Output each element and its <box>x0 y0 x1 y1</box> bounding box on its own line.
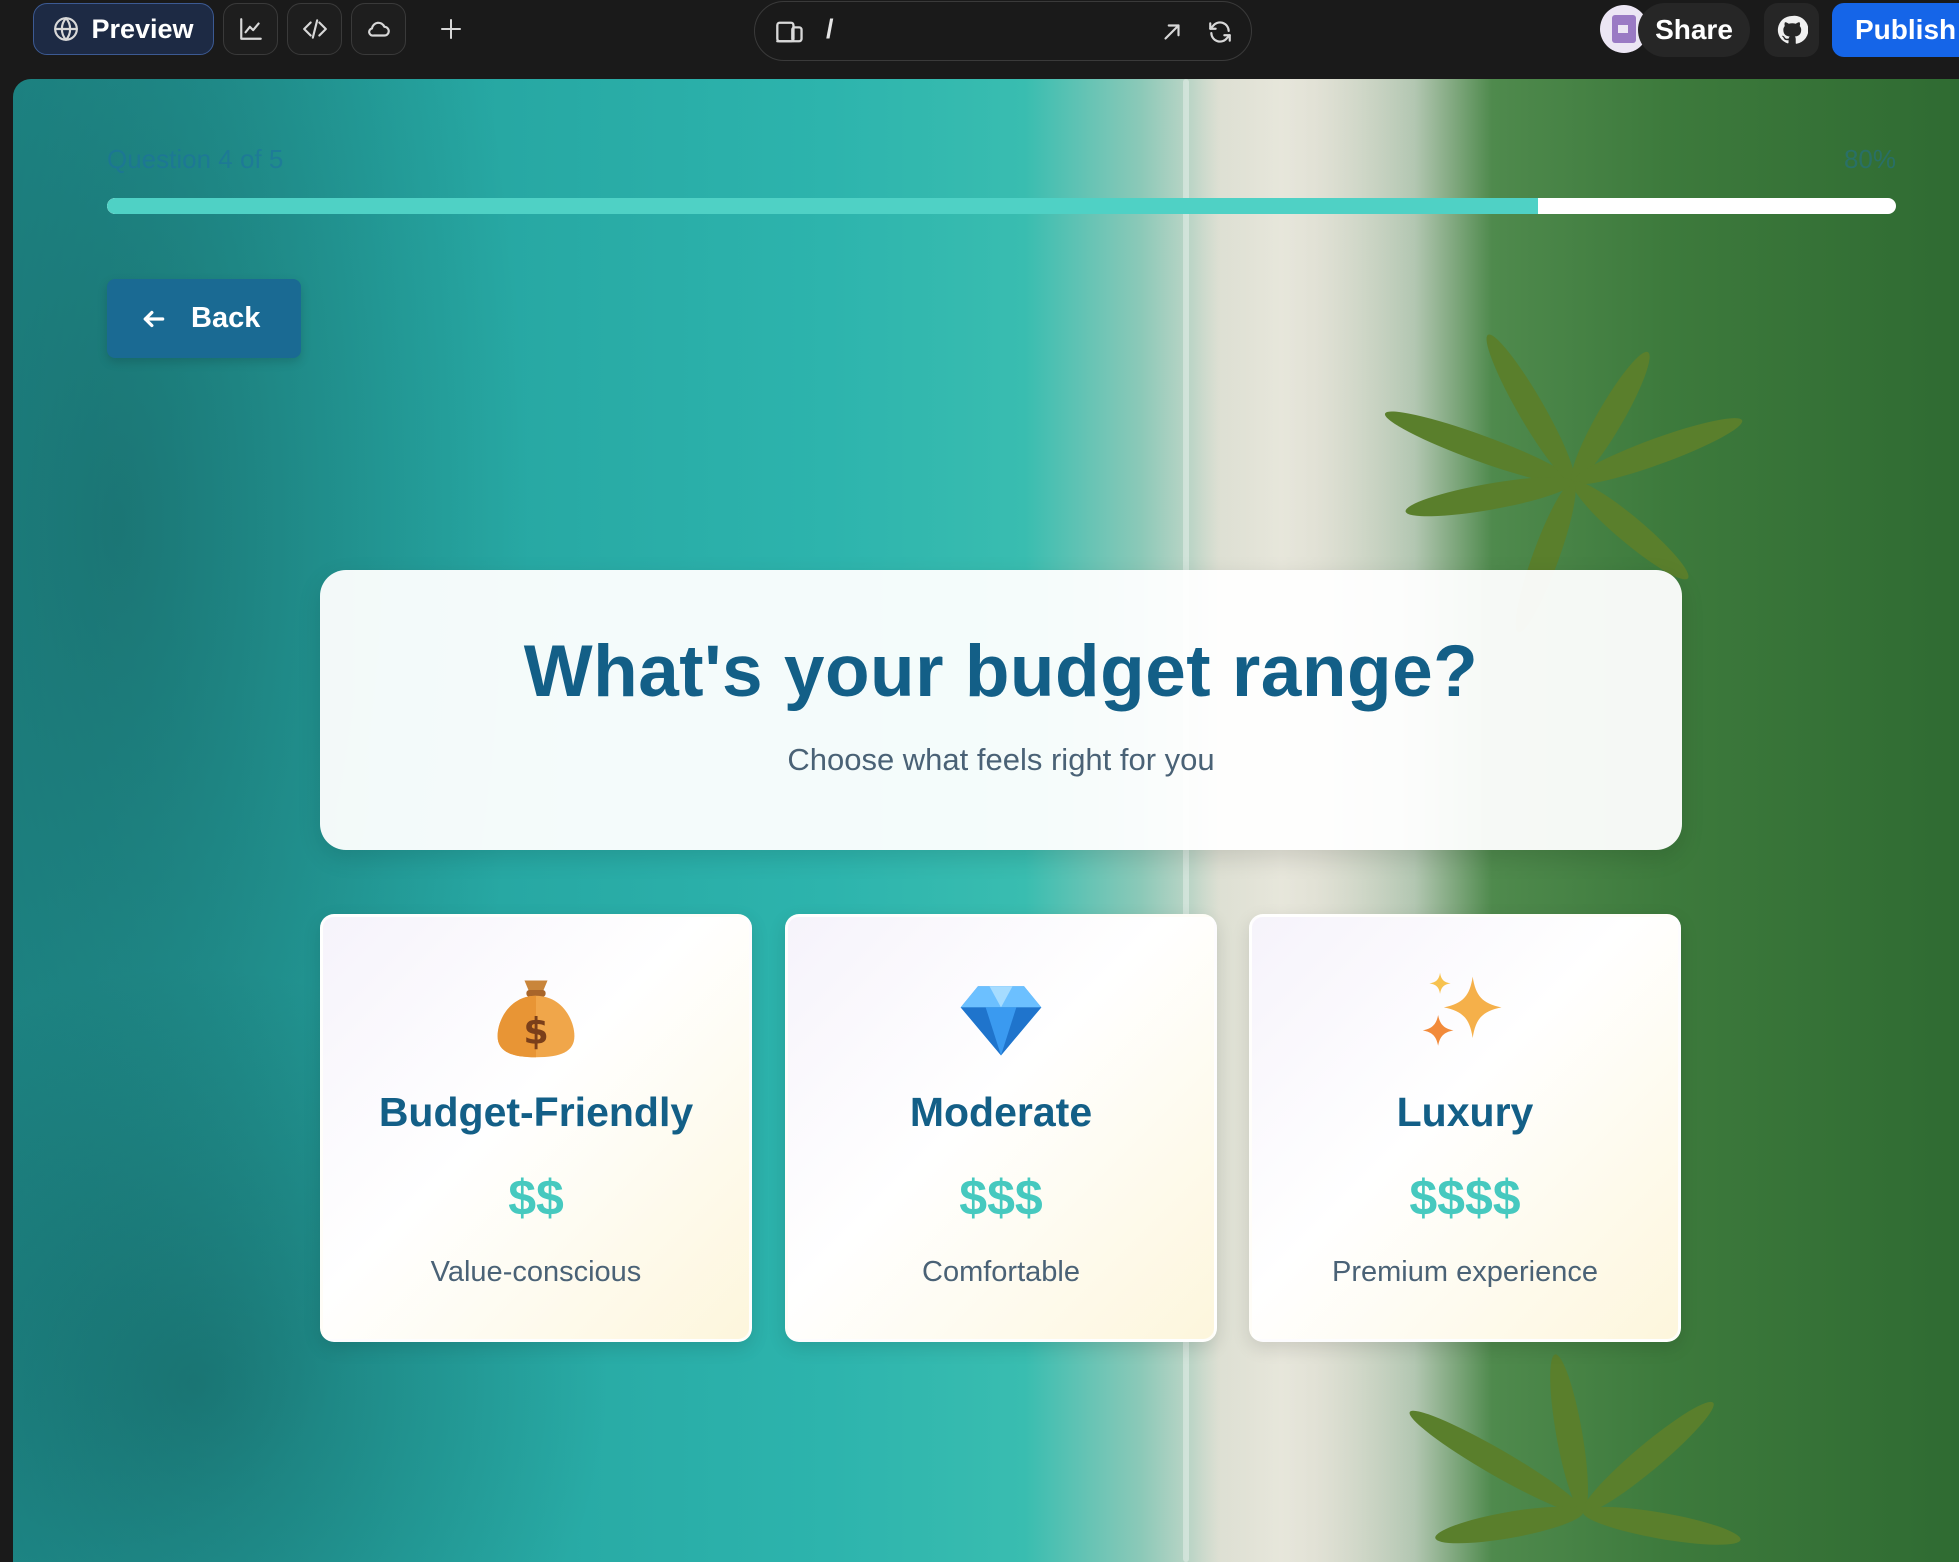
line-chart-icon <box>239 18 262 40</box>
publish-button[interactable]: Publish <box>1832 3 1959 57</box>
share-button[interactable]: Share <box>1638 3 1750 57</box>
svg-text:$: $ <box>523 1010 548 1053</box>
url-bar[interactable]: / <box>754 1 1252 61</box>
preview-label: Preview <box>91 13 194 44</box>
progress-bar-fill <box>107 198 1539 214</box>
code-view-button[interactable] <box>287 3 342 55</box>
option-card-moderate[interactable]: Moderate $$$ Comfortable <box>785 914 1217 1342</box>
progress-bar <box>107 198 1896 214</box>
preview-canvas: Question 4 of 5 80% Back What's your bud… <box>13 79 1959 1562</box>
code-icon <box>302 19 327 39</box>
cloud-button[interactable] <box>351 3 406 55</box>
option-title: Budget-Friendly <box>378 1089 694 1135</box>
globe-icon <box>54 17 79 41</box>
gem-icon <box>960 986 1042 1056</box>
option-card-budget-friendly[interactable]: $ Budget-Friendly $$ Value-conscious <box>320 914 752 1342</box>
github-icon <box>1777 15 1808 44</box>
option-price: $$ <box>508 1170 564 1226</box>
github-button[interactable] <box>1764 3 1819 57</box>
question-subtitle: Choose what feels right for you <box>787 742 1215 777</box>
option-title: Luxury <box>1396 1089 1534 1135</box>
option-description: Comfortable <box>922 1256 1080 1288</box>
option-description: Value-conscious <box>430 1256 642 1288</box>
analytics-button[interactable] <box>223 3 278 55</box>
money-bag-icon: $ <box>497 980 575 1058</box>
back-label: Back <box>191 302 261 334</box>
sparkles-icon <box>1422 972 1502 1046</box>
responsive-devices-icon <box>776 21 803 43</box>
refresh-icon[interactable] <box>1207 19 1233 45</box>
plus-icon <box>441 19 461 39</box>
open-external-icon[interactable] <box>1159 19 1185 45</box>
option-price: $$$ <box>959 1170 1043 1226</box>
add-button[interactable] <box>425 3 477 55</box>
progress-label: Question 4 of 5 <box>107 144 284 174</box>
progress-percent: 80% <box>1843 144 1896 174</box>
question-card: What's your budget range? Choose what fe… <box>320 570 1682 850</box>
preview-button[interactable]: Preview <box>33 3 214 55</box>
option-title: Moderate <box>909 1089 1093 1135</box>
option-price: $$$$ <box>1409 1170 1521 1226</box>
editor-toolbar: Preview / Share Publish <box>0 0 1959 61</box>
option-card-luxury[interactable]: Luxury $$$$ Premium experience <box>1249 914 1681 1342</box>
question-title: What's your budget range? <box>523 631 1479 712</box>
option-description: Premium experience <box>1332 1256 1598 1288</box>
arrow-left-icon <box>143 310 165 327</box>
url-path: / <box>826 14 834 44</box>
back-button[interactable]: Back <box>107 279 301 358</box>
cloud-icon <box>367 21 390 37</box>
